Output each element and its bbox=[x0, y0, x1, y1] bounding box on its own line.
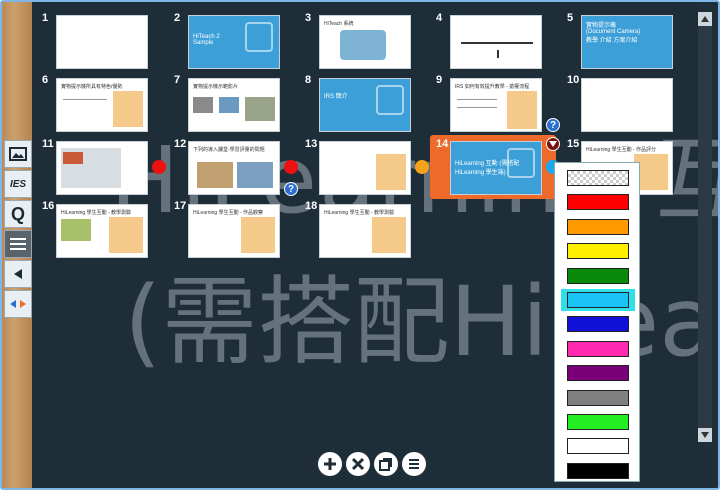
color-swatch[interactable] bbox=[567, 365, 629, 382]
slide-thumbnail-4[interactable] bbox=[450, 15, 542, 69]
slide-thumbnail-1[interactable] bbox=[56, 15, 148, 69]
color-swatch[interactable] bbox=[567, 389, 629, 406]
list-icon[interactable] bbox=[402, 452, 426, 476]
slide-thumbnail-13[interactable] bbox=[319, 141, 411, 195]
slide-thumbnail-8[interactable]: IRS 簡介 bbox=[319, 78, 411, 132]
slide-number: 16 bbox=[42, 200, 55, 212]
slide-thumbnail-14[interactable]: HiLearning 互動 (需搭配HiLearning 學生端) bbox=[450, 141, 542, 195]
back-arrow-icon[interactable] bbox=[4, 260, 32, 288]
color-swatch[interactable] bbox=[567, 194, 629, 211]
slide-number: 3 bbox=[305, 12, 312, 24]
color-tag-dot[interactable] bbox=[284, 160, 298, 174]
color-tag-dot[interactable] bbox=[152, 160, 166, 174]
slide-number: 2 bbox=[174, 12, 181, 24]
slide-number: 5 bbox=[567, 12, 574, 24]
logo-icon bbox=[376, 85, 404, 115]
slide-thumbnail-3[interactable]: HiTeach 系統 bbox=[319, 15, 411, 69]
slide-number: 14 bbox=[436, 138, 449, 150]
slide-thumbnail-17[interactable]: HiLearning 學生互動 - 作品觀察 bbox=[188, 204, 280, 258]
slide-thumbnail-16[interactable]: HiLearning 學生互動 - 教學測驗 bbox=[56, 204, 148, 258]
image-icon[interactable] bbox=[4, 140, 32, 168]
palette-swatch-row[interactable] bbox=[561, 216, 635, 238]
color-swatch[interactable] bbox=[567, 316, 629, 333]
slide-thumbnail-7[interactable]: 實物提示機示範影片 bbox=[188, 78, 280, 132]
slide-number: 6 bbox=[42, 74, 49, 86]
palette-swatch-row[interactable] bbox=[561, 191, 635, 213]
slide-thumbnail-18[interactable]: HiLearning 學生互動 - 教學測驗 bbox=[319, 204, 411, 258]
menu-icon[interactable] bbox=[4, 230, 32, 258]
delete-icon[interactable] bbox=[346, 452, 370, 476]
palette-swatch-row[interactable] bbox=[561, 240, 635, 262]
slide-thumbnail-5[interactable]: 實物提示機 (Document Camera) 教學 介紹 方案介紹 bbox=[581, 15, 673, 69]
slide-thumbnail-9[interactable]: IRS 如何有效提升教學 - 搶權流程 bbox=[450, 78, 542, 132]
color-swatch[interactable] bbox=[567, 267, 629, 284]
vertical-scrollbar[interactable] bbox=[698, 12, 712, 442]
nav-arrows-icon[interactable] bbox=[4, 290, 32, 318]
color-tag-dot[interactable] bbox=[415, 160, 429, 174]
slide-thumbnail-10[interactable] bbox=[581, 78, 673, 132]
palette-swatch-row[interactable] bbox=[561, 338, 635, 360]
palette-swatch-row[interactable] bbox=[561, 460, 635, 482]
slide-number: 7 bbox=[174, 74, 181, 86]
scroll-down-icon[interactable] bbox=[698, 428, 712, 442]
ies-icon[interactable]: IES bbox=[4, 170, 32, 198]
slide-sorter-area: HiLearning 互 (需搭配HiLea 1 2 HiTeach 2 Sam… bbox=[32, 4, 718, 488]
palette-swatch-row[interactable] bbox=[561, 313, 635, 335]
slide-number: 4 bbox=[436, 12, 443, 24]
scroll-up-icon[interactable] bbox=[698, 12, 712, 26]
logo-icon bbox=[507, 148, 535, 178]
add-icon[interactable] bbox=[318, 452, 342, 476]
palette-swatch-row[interactable] bbox=[561, 265, 635, 287]
color-swatch[interactable] bbox=[567, 291, 629, 308]
slide-number: 8 bbox=[305, 74, 312, 86]
palette-swatch-row[interactable] bbox=[561, 167, 635, 189]
dropdown-toggle-icon[interactable] bbox=[546, 137, 560, 151]
palette-swatch-row[interactable] bbox=[561, 288, 635, 311]
help-icon[interactable]: ? bbox=[546, 118, 560, 132]
q-button[interactable]: Q bbox=[4, 200, 32, 228]
color-swatch[interactable] bbox=[567, 413, 629, 430]
color-swatch[interactable] bbox=[567, 243, 629, 260]
color-swatch[interactable] bbox=[567, 438, 629, 455]
color-swatch[interactable] bbox=[567, 462, 629, 479]
help-icon[interactable]: ? bbox=[284, 182, 298, 196]
duplicate-icon[interactable] bbox=[374, 452, 398, 476]
slide-number: 15 bbox=[567, 138, 580, 150]
transparent-swatch[interactable] bbox=[567, 170, 629, 186]
bottom-toolbar bbox=[318, 452, 426, 476]
logo-icon bbox=[245, 22, 273, 52]
slide-number: 17 bbox=[174, 200, 187, 212]
color-swatch[interactable] bbox=[567, 218, 629, 235]
slide-thumbnail-6[interactable]: 實物提示機所具有特色/優勢 bbox=[56, 78, 148, 132]
palette-swatch-row[interactable] bbox=[561, 411, 635, 433]
palette-swatch-row[interactable] bbox=[561, 387, 635, 409]
slide-number: 12 bbox=[174, 138, 187, 150]
slide-number: 18 bbox=[305, 200, 318, 212]
slide-number: 10 bbox=[567, 74, 580, 86]
slide-number: 13 bbox=[305, 138, 318, 150]
slide-thumbnail-2[interactable]: HiTeach 2 Sample bbox=[188, 15, 280, 69]
left-toolbar: IES Q bbox=[4, 140, 32, 318]
app-window: IES Q HiLearning 互 (需搭配HiLea 1 2 HiTeach… bbox=[0, 0, 720, 490]
slide-number: 9 bbox=[436, 74, 443, 86]
palette-swatch-row[interactable] bbox=[561, 362, 635, 384]
slide-thumbnail-12[interactable]: 下列的導入課堂-學習評量的問題 bbox=[188, 141, 280, 195]
palette-swatch-row[interactable] bbox=[561, 435, 635, 457]
color-palette bbox=[554, 162, 640, 482]
slide-thumbnail-11[interactable] bbox=[56, 141, 148, 195]
color-swatch[interactable] bbox=[567, 340, 629, 357]
slide-number: 11 bbox=[42, 138, 54, 150]
slide-number: 1 bbox=[42, 12, 49, 24]
